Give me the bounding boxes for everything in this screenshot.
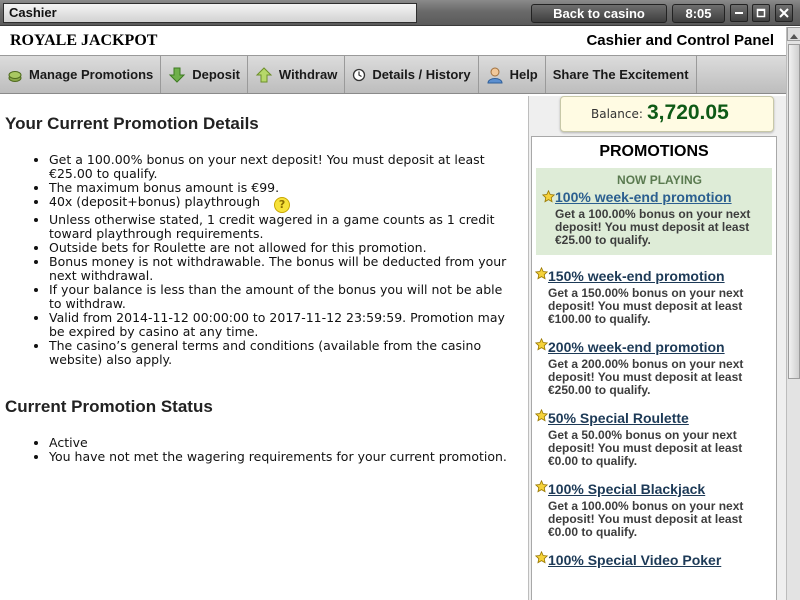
balance-label: Balance: [591,107,643,121]
scroll-up-button[interactable] [787,27,800,41]
back-to-casino-button[interactable]: Back to casino [531,4,667,23]
promotion-description: Get a 100.00% bonus on your next deposit… [548,499,744,539]
main-nav: Manage Promotions Deposit Withdraw Detai… [0,55,786,94]
promotion-item: 150% week-end promotion Get a 150.00% bo… [532,263,776,334]
list-item: Valid from 2014-11-12 00:00:00 to 2017-1… [49,311,515,339]
window-titlebar: Cashier Back to casino 8:05 [0,0,800,26]
promotion-description: Get a 100.00% bonus on your next deposit… [555,207,751,247]
promotions-panel: PROMOTIONS NOW PLAYING 100% week-end pro… [531,136,777,600]
help-icon[interactable]: ? [274,197,291,213]
nav-manage-promotions[interactable]: Manage Promotions [0,56,162,93]
close-button[interactable] [775,4,793,22]
clock-icon [353,68,366,81]
promotion-link[interactable]: 100% Special Blackjack [548,481,768,497]
nav-label: Details / History [372,67,471,82]
star-icon [535,409,548,422]
promotion-status-heading: Current Promotion Status [5,397,213,416]
nav-help[interactable]: Help [479,56,546,93]
promotion-link[interactable]: 200% week-end promotion [548,339,768,355]
promotion-link[interactable]: 100% week-end promotion [555,189,764,205]
vertical-scrollbar[interactable] [786,27,800,600]
chevron-up-icon [790,34,798,39]
promotion-item: 50% Special Roulette Get a 50.00% bonus … [532,405,776,476]
promotion-details-list: Get a 100.00% bonus on your next deposit… [49,153,515,367]
playthrough-text: 40x (deposit+bonus) playthrough [49,194,261,209]
star-icon [542,190,555,203]
nav-label: Withdraw [278,67,338,82]
promotion-description: Get a 50.00% bonus on your next deposit!… [548,428,743,468]
arrow-up-icon [255,66,273,82]
promotion-item: 100% Special Blackjack Get a 100.00% bon… [532,476,776,547]
list-item: Bonus money is not withdrawable. The bon… [49,255,515,283]
close-icon [779,8,789,18]
window-title: Cashier [3,3,417,23]
promotion-link[interactable]: 150% week-end promotion [548,268,768,284]
promotion-description: Get a 200.00% bonus on your next deposit… [548,357,744,397]
now-playing-label: NOW PLAYING [617,173,702,187]
promotions-title: PROMOTIONS [599,143,709,160]
minimize-icon [735,12,743,14]
nav-label: Share The Excitement [552,67,689,82]
list-item: Active [49,436,515,450]
nav-deposit[interactable]: Deposit [161,56,248,93]
promotions-sidebar: Balance: 3,720.05 PROMOTIONS NOW PLAYING… [528,96,786,600]
current-promotion-heading: Your Current Promotion Details [5,114,259,133]
clock-display: 8:05 [672,4,725,23]
list-item: You have not met the wagering requiremen… [49,450,515,464]
list-item: Get a 100.00% bonus on your next deposit… [49,153,515,181]
nav-label: Help [509,67,538,82]
nav-details-history[interactable]: Details / History [345,56,479,93]
list-item: Unless otherwise stated, 1 credit wagere… [49,213,515,241]
minimize-button[interactable] [730,4,748,22]
scrollbar-thumb[interactable] [788,44,800,379]
promotion-description: Get a 150.00% bonus on your next deposit… [548,286,744,326]
nav-share-excitement[interactable]: Share The Excitement [546,56,697,93]
panel-title: Cashier and Control Panel [586,32,774,49]
balance-value: 3,720.05 [647,101,729,124]
balance-display: Balance: 3,720.05 [560,96,774,132]
arrow-down-icon [169,67,186,83]
coins-icon [8,70,22,82]
nav-label: Manage Promotions [29,67,154,82]
list-item: If your balance is less than the amount … [49,283,515,311]
person-help-icon [487,67,503,83]
promotion-item: 100% Special Video Poker [532,547,776,579]
promotion-status-list: Active You have not met the wagering req… [49,436,515,464]
nav-withdraw[interactable]: Withdraw [248,56,346,93]
list-item: Outside bets for Roulette are not allowe… [49,241,515,255]
maximize-button[interactable] [752,4,770,22]
promotion-item: 200% week-end promotion Get a 200.00% bo… [532,334,776,405]
maximize-icon [756,8,766,18]
list-item: 40x (deposit+bonus) playthrough? [49,195,515,213]
list-item: The maximum bonus amount is €99. [49,181,515,195]
promotion-item-active: NOW PLAYING 100% week-end promotion Get … [536,168,772,255]
promotion-link[interactable]: 50% Special Roulette [548,410,768,426]
promotion-details: Your Current Promotion Details Get a 100… [0,96,527,600]
promotion-link[interactable]: 100% Special Video Poker [548,552,768,568]
star-icon [535,480,548,493]
list-item: The casino’s general terms and condition… [49,339,515,367]
star-icon [535,551,548,564]
page-header: ROYALE JACKPOT Cashier and Control Panel [0,27,786,55]
casino-brand: ROYALE JACKPOT [10,32,158,49]
star-icon [535,267,548,280]
nav-label: Deposit [192,67,240,82]
star-icon [535,338,548,351]
